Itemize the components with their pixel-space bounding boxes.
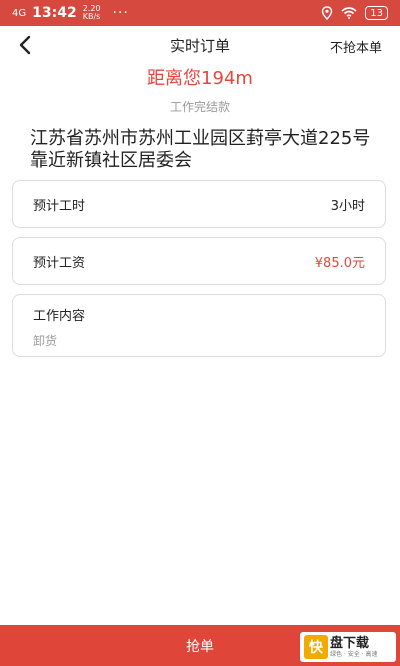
work-address: 江苏省苏州市苏州工业园区葑亭大道225号靠近新镇社区居委会 xyxy=(30,128,371,171)
status-left: 4G 13:42 2.20 KB/s ··· xyxy=(12,5,129,22)
location-icon xyxy=(322,6,333,20)
speed-unit: KB/s xyxy=(82,12,101,21)
estimated-wage-card: 预计工资 ¥85.0元 xyxy=(12,237,386,285)
watermark-tagline: 绿色 · 安全 · 高速 xyxy=(330,650,378,658)
wifi-icon xyxy=(341,7,357,19)
work-content-card: 工作内容 卸货 xyxy=(12,294,386,357)
network-speed: 2.20 KB/s xyxy=(83,5,101,21)
estimated-wage-label: 预计工资 xyxy=(33,255,86,271)
watermark-logo: 快 盘下载 绿色 · 安全 · 高速 xyxy=(300,632,396,662)
watermark-logo-mark: 快 xyxy=(304,635,328,659)
page-title: 实时订单 xyxy=(169,36,230,55)
nav-bar: 实时订单 不抢本单 xyxy=(0,26,400,64)
estimated-hours-card: 预计工时 3小时 xyxy=(12,180,386,228)
battery-icon: 13 xyxy=(365,6,388,20)
estimated-wage-value: ¥85.0元 xyxy=(314,255,365,271)
decline-order-button[interactable]: 不抢本单 xyxy=(330,37,382,56)
estimated-hours-label: 预计工时 xyxy=(33,198,86,214)
back-arrow-icon[interactable] xyxy=(16,34,36,56)
grab-order-button[interactable]: 抢单 xyxy=(186,636,214,656)
watermark-name: 盘下载 xyxy=(330,635,370,651)
estimated-hours-value: 3小时 xyxy=(330,198,365,214)
status-bar: 4G 13:42 2.20 KB/s ··· 13 xyxy=(0,0,400,26)
work-content-value: 卸货 xyxy=(33,334,58,348)
status-time: 13:42 xyxy=(32,5,77,21)
status-right: 13 xyxy=(321,6,388,20)
more-notifications-icon: ··· xyxy=(112,5,129,21)
work-content-label: 工作内容 xyxy=(33,309,86,324)
network-icon: 4G xyxy=(12,7,27,19)
distance-text: 距离您194m xyxy=(147,68,253,89)
order-type: 工作完结款 xyxy=(169,100,230,114)
